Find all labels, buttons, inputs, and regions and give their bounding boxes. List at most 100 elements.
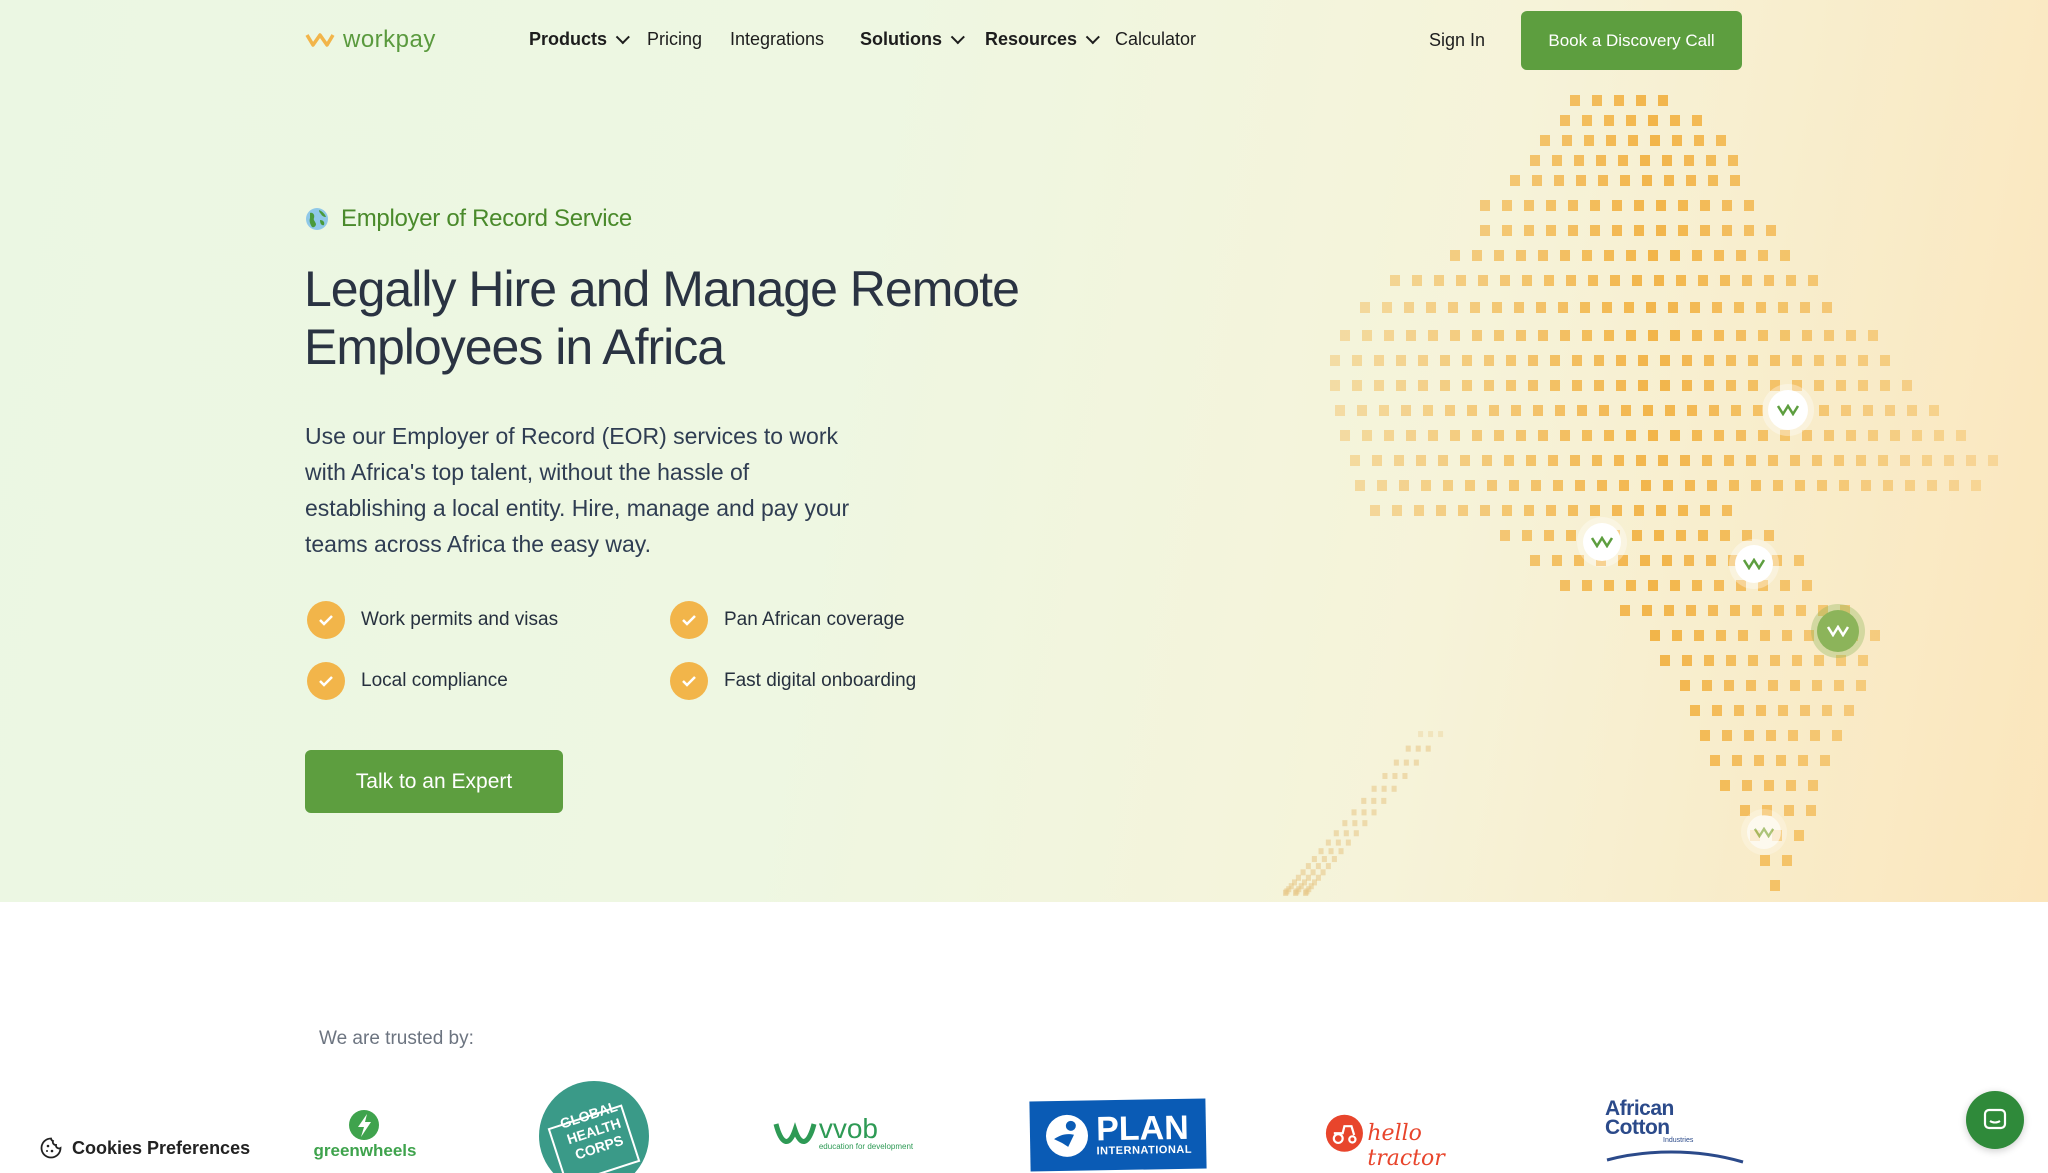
map-dot — [1734, 302, 1744, 313]
map-dot — [1614, 455, 1624, 466]
map-dot — [1594, 355, 1604, 366]
map-dot — [1357, 405, 1367, 416]
map-dot — [1704, 655, 1714, 666]
nav-integrations[interactable]: Integrations — [730, 29, 824, 50]
map-dot — [1514, 302, 1524, 313]
map-dot — [1582, 115, 1592, 126]
map-dot — [1730, 175, 1740, 186]
greenwheels-logo: greenwheels — [305, 1105, 425, 1165]
map-dot — [1716, 135, 1726, 146]
map-dot — [1808, 275, 1818, 286]
map-dot — [1758, 430, 1768, 441]
map-dot — [1778, 705, 1788, 716]
nav-resources[interactable]: Resources — [985, 29, 1100, 50]
map-dot — [1722, 505, 1732, 516]
map-dot — [1736, 330, 1746, 341]
nav-calculator[interactable]: Calculator — [1115, 29, 1196, 50]
map-dot — [1708, 605, 1718, 616]
globe-dot — [1361, 797, 1367, 804]
map-dot — [1772, 555, 1782, 566]
map-dot — [1384, 430, 1394, 441]
map-dot — [1632, 275, 1642, 286]
chevron-down-icon — [1085, 29, 1100, 44]
map-dot — [1858, 655, 1868, 666]
chat-button[interactable] — [1966, 1091, 2024, 1149]
globe-dot — [1318, 848, 1324, 855]
map-dot — [1626, 250, 1636, 261]
map-dot — [1641, 480, 1651, 491]
map-dot — [1480, 225, 1490, 236]
globe-dot — [1393, 759, 1399, 766]
map-dot — [1335, 405, 1345, 416]
globe-dot — [1371, 809, 1377, 816]
map-dot — [1636, 455, 1646, 466]
greenwheels-mark-icon — [349, 1110, 379, 1140]
cookies-preferences-button[interactable]: Cookies Preferences — [40, 1137, 250, 1159]
map-dot — [1817, 480, 1827, 491]
globe-dot — [1391, 785, 1397, 792]
map-dot — [1616, 380, 1626, 391]
map-dot — [1971, 480, 1981, 491]
nav-products[interactable]: Products — [529, 29, 630, 50]
globe-dot — [1343, 830, 1349, 837]
plan-international-logo: PLAN INTERNATIONAL — [1029, 1098, 1207, 1172]
globe-dot — [1418, 731, 1424, 738]
map-dot — [1870, 630, 1880, 641]
tractor-icon — [1325, 1114, 1363, 1152]
map-dot — [1382, 302, 1392, 313]
map-dot — [1692, 115, 1702, 126]
map-dot — [1907, 405, 1917, 416]
map-dot — [1670, 430, 1680, 441]
map-dot — [1628, 135, 1638, 146]
map-dot — [1770, 655, 1780, 666]
sign-in-link[interactable]: Sign In — [1429, 30, 1485, 51]
map-dot — [1506, 355, 1516, 366]
globe-dot — [1382, 772, 1388, 779]
map-dot — [1654, 530, 1664, 541]
map-dot — [1824, 330, 1834, 341]
map-dot — [1768, 680, 1778, 691]
book-discovery-call-button[interactable]: Book a Discovery Call — [1521, 11, 1742, 70]
globe-dot — [1300, 869, 1306, 876]
map-dot — [1526, 455, 1536, 466]
nav-pricing[interactable]: Pricing — [647, 29, 702, 50]
feature-label: Work permits and visas — [361, 609, 559, 630]
map-dot — [1748, 355, 1758, 366]
map-dot — [1780, 250, 1790, 261]
talk-to-expert-button[interactable]: Talk to an Expert — [305, 750, 563, 813]
map-dot — [1692, 580, 1702, 591]
map-dot — [1668, 302, 1678, 313]
map-dot — [1776, 755, 1786, 766]
globe-dot — [1352, 820, 1358, 827]
map-dot — [1374, 355, 1384, 366]
map-dot — [1634, 225, 1644, 236]
map-dot — [1700, 225, 1710, 236]
map-dot — [1460, 455, 1470, 466]
globe-dot — [1392, 772, 1398, 779]
map-dot — [1795, 480, 1805, 491]
globe-dot — [1361, 809, 1367, 816]
map-dot — [1858, 355, 1868, 366]
map-dot — [1754, 755, 1764, 766]
map-dot — [1596, 155, 1606, 166]
nav-solutions[interactable]: Solutions — [860, 29, 965, 50]
workpay-logo[interactable]: workpay — [305, 26, 436, 54]
map-dot — [1708, 175, 1718, 186]
hero-description: Use our Employer of Record (EOR) service… — [305, 423, 850, 557]
map-dot — [1500, 275, 1510, 286]
african-cotton-swoosh-icon — [1606, 1150, 1744, 1164]
map-dot — [1766, 730, 1776, 741]
map-dot — [1687, 405, 1697, 416]
map-dot — [1802, 580, 1812, 591]
nav-resources-label: Resources — [985, 29, 1078, 49]
map-dot — [1682, 380, 1692, 391]
map-dot — [1574, 155, 1584, 166]
map-dot — [1489, 405, 1499, 416]
map-dot — [1744, 200, 1754, 211]
globe-dot — [1325, 863, 1331, 870]
map-dot — [1577, 405, 1587, 416]
globe-dot — [1403, 759, 1409, 766]
hero-headline: Legally Hire and Manage Remote Employees… — [304, 260, 1084, 376]
map-dot — [1590, 225, 1600, 236]
map-dot — [1399, 480, 1409, 491]
